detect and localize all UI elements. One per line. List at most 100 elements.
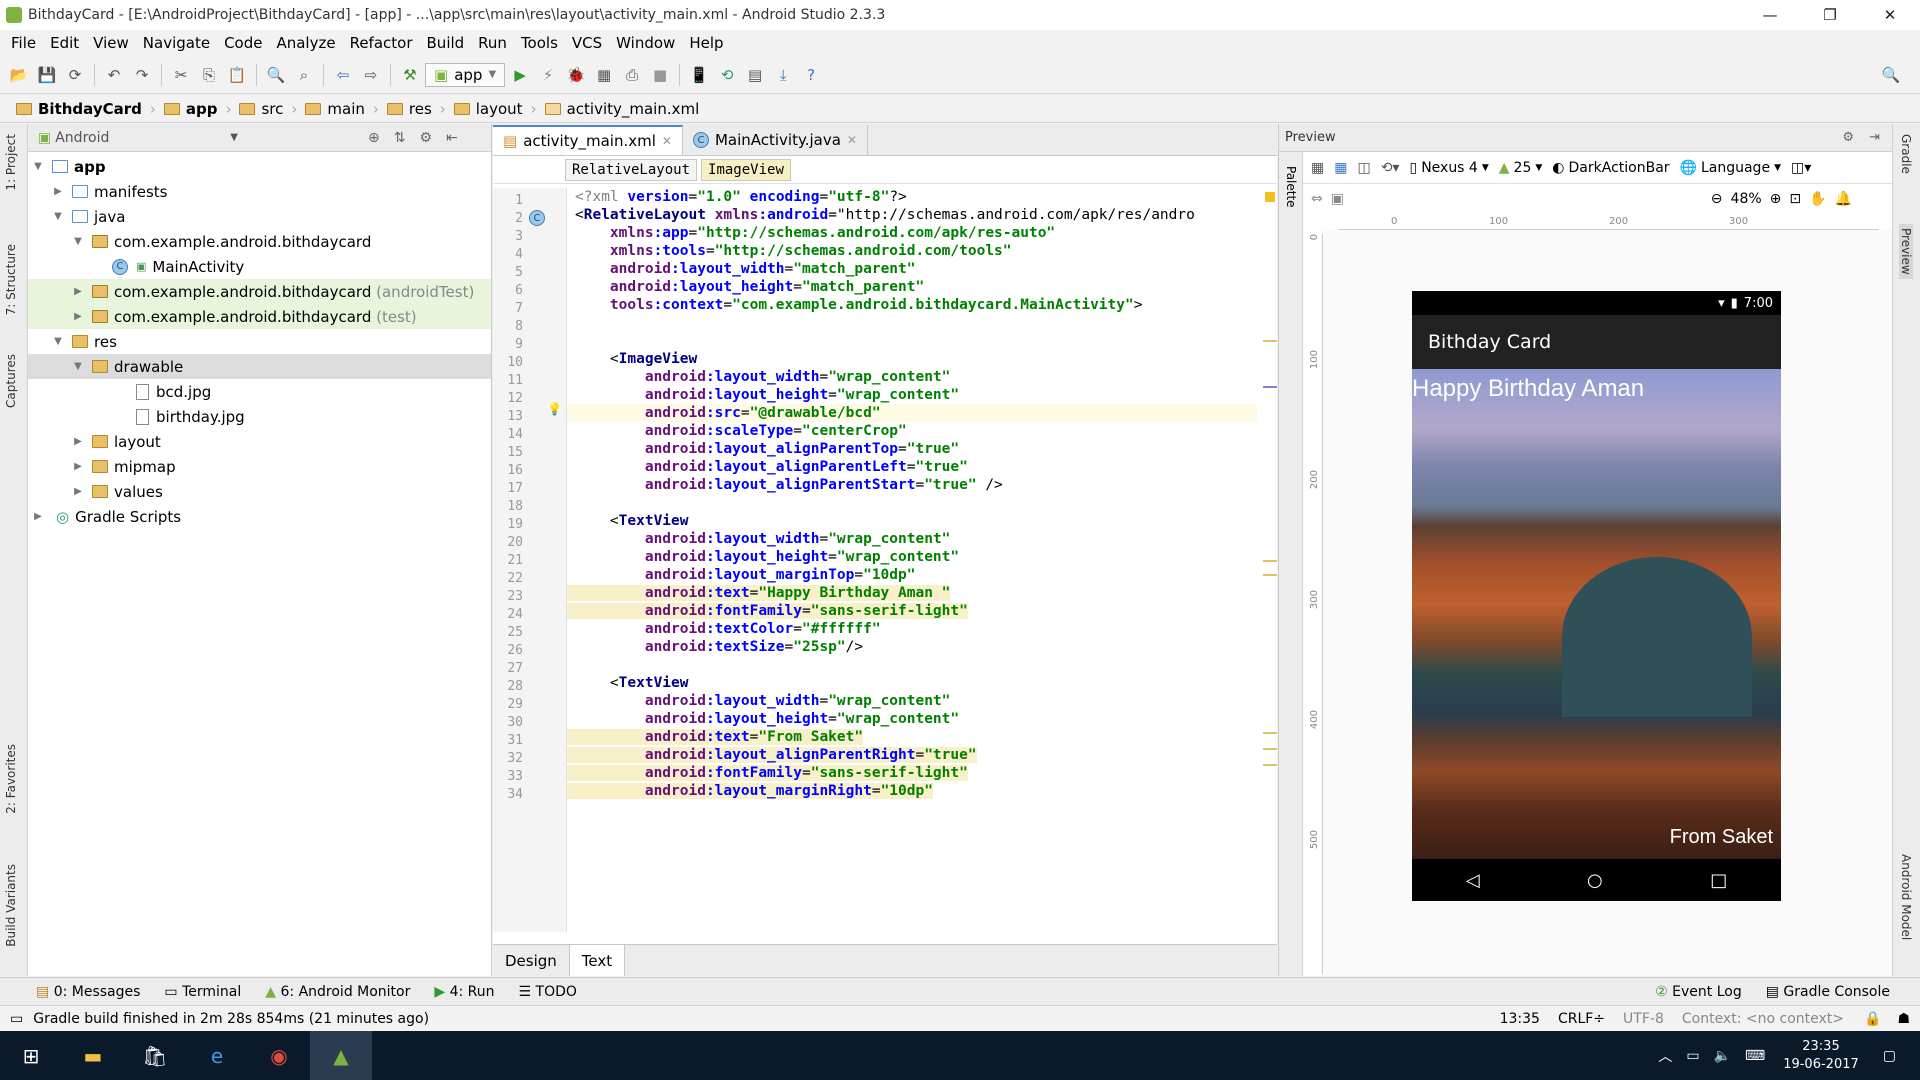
apply-changes-icon[interactable]: ⚡ bbox=[535, 62, 561, 88]
tool-gradle-console[interactable]: ▤ Gradle Console bbox=[1766, 984, 1890, 1000]
close-button[interactable]: ✕ bbox=[1860, 0, 1920, 30]
tray-arrow-icon[interactable]: ︿ bbox=[1658, 1046, 1672, 1066]
menu-build[interactable]: Build bbox=[420, 34, 472, 52]
code-line[interactable]: xmlns:app="http://schemas.android.com/ap… bbox=[567, 224, 1257, 242]
run-config-select[interactable]: ▣ app ▼ bbox=[425, 62, 506, 87]
attach-debugger-icon[interactable]: ⎙ bbox=[619, 62, 645, 88]
project-structure-icon[interactable]: ▤ bbox=[742, 62, 768, 88]
breadcrumb-project[interactable]: BithdayCard › bbox=[12, 100, 160, 118]
code-line[interactable]: android:layout_alignParentRight="true" bbox=[567, 746, 1257, 764]
code-line[interactable]: android:layout_width="match_parent" bbox=[567, 260, 1257, 278]
tab-text[interactable]: Text bbox=[569, 945, 626, 976]
crumb-imageview[interactable]: ImageView bbox=[701, 158, 791, 181]
clock[interactable]: 23:35 19-06-2017 bbox=[1783, 1038, 1859, 1074]
open-folder-icon[interactable]: 📂 bbox=[6, 62, 32, 88]
code-line[interactable] bbox=[567, 656, 1257, 674]
redo-icon[interactable]: ↷ bbox=[129, 62, 155, 88]
volume-icon[interactable]: 🔈 bbox=[1714, 1048, 1731, 1064]
api-select[interactable]: ▲ 25 ▼ bbox=[1499, 160, 1543, 176]
code-line[interactable] bbox=[567, 314, 1257, 332]
tree-item-gradle-scripts[interactable]: ▶ ◎ Gradle Scripts bbox=[28, 504, 491, 529]
code-line[interactable]: <TextView bbox=[567, 674, 1257, 692]
breadcrumb-res[interactable]: res › bbox=[383, 100, 450, 118]
menu-analyze[interactable]: Analyze bbox=[269, 34, 342, 52]
tab-build-variants[interactable]: Build Variants bbox=[4, 864, 18, 947]
project-view-select[interactable]: ▣ Android ▼ bbox=[38, 130, 238, 146]
tree-item-birthday-jpg[interactable]: birthday.jpg bbox=[28, 404, 491, 429]
palette-tab[interactable]: Palette bbox=[1284, 166, 1298, 208]
code-line[interactable]: <TextView bbox=[567, 512, 1257, 530]
maximize-button[interactable]: ❐ bbox=[1800, 0, 1860, 30]
tab-android-model[interactable]: Android Model bbox=[1899, 854, 1913, 940]
menu-code[interactable]: Code bbox=[217, 34, 269, 52]
tree-item-mipmap[interactable]: ▶ mipmap bbox=[28, 454, 491, 479]
minimize-button[interactable]: — bbox=[1740, 0, 1800, 30]
android-studio-taskbar-icon[interactable]: ▲ bbox=[310, 1031, 372, 1080]
notifications-icon[interactable]: ▢ bbox=[1883, 1048, 1896, 1064]
close-tab-icon[interactable]: ✕ bbox=[847, 133, 857, 147]
editor-scroll-markers[interactable] bbox=[1263, 188, 1277, 932]
edge-icon[interactable]: e bbox=[186, 1031, 248, 1080]
menu-tools[interactable]: Tools bbox=[514, 34, 565, 52]
code-line[interactable]: android:textColor="#ffffff" bbox=[567, 620, 1257, 638]
class-marker-icon[interactable]: C bbox=[529, 210, 545, 226]
tool-todo[interactable]: ☰ TODO bbox=[519, 984, 577, 1000]
code-line[interactable]: android:layout_height="wrap_content" bbox=[567, 386, 1257, 404]
tab-captures[interactable]: Captures bbox=[4, 354, 18, 408]
language-select[interactable]: 🌐 Language ▼ bbox=[1680, 160, 1781, 176]
code-line[interactable]: android:text="From Saket" bbox=[567, 728, 1257, 746]
code-line[interactable]: android:fontFamily="sans-serif-light" bbox=[567, 764, 1257, 782]
zoom-to-fit-icon[interactable]: ⇔ bbox=[1311, 191, 1323, 207]
lock-icon[interactable]: 🔒 bbox=[1864, 1011, 1881, 1027]
help-icon[interactable]: ? bbox=[798, 62, 824, 88]
tab-design[interactable]: Design bbox=[493, 945, 570, 976]
tree-item-package-androidtest[interactable]: ▶ com.example.android.bithdaycard (androi… bbox=[28, 279, 491, 304]
menu-file[interactable]: File bbox=[4, 34, 43, 52]
avd-manager-icon[interactable]: 📱 bbox=[686, 62, 712, 88]
start-icon[interactable]: ⊞ bbox=[0, 1031, 62, 1080]
chrome-icon[interactable]: ◉ bbox=[248, 1031, 310, 1080]
breadcrumb-app[interactable]: app › bbox=[160, 100, 236, 118]
tree-item-bcd-jpg[interactable]: bcd.jpg bbox=[28, 379, 491, 404]
menu-navigate[interactable]: Navigate bbox=[136, 34, 217, 52]
sdk-manager-icon[interactable]: ⤓ bbox=[770, 62, 796, 88]
gear-icon[interactable]: ⚙ bbox=[1842, 130, 1854, 145]
copy-icon[interactable]: ⎘ bbox=[196, 62, 222, 88]
undo-icon[interactable]: ↶ bbox=[101, 62, 127, 88]
tab-preview[interactable]: Preview bbox=[1899, 224, 1913, 279]
menu-view[interactable]: View bbox=[86, 34, 136, 52]
theme-select[interactable]: ◐ DarkActionBar bbox=[1552, 160, 1669, 176]
replace-icon[interactable]: ⌕ bbox=[291, 62, 317, 88]
tree-item-mainactivity[interactable]: C ▣ MainActivity bbox=[28, 254, 491, 279]
code-line[interactable]: android:textSize="25sp"/> bbox=[567, 638, 1257, 656]
tree-item-package-test[interactable]: ▶ com.example.android.bithdaycard (test) bbox=[28, 304, 491, 329]
close-tab-icon[interactable]: ✕ bbox=[662, 134, 672, 148]
pan-icon[interactable]: ✋ bbox=[1809, 191, 1826, 207]
code-line[interactable]: android:layout_alignParentLeft="true" bbox=[567, 458, 1257, 476]
menu-refactor[interactable]: Refactor bbox=[343, 34, 420, 52]
code-line[interactable] bbox=[567, 332, 1257, 350]
profile-icon[interactable]: ▦ bbox=[591, 62, 617, 88]
code-line[interactable]: <RelativeLayout xmlns:android="http://sc… bbox=[567, 206, 1257, 224]
code-area[interactable]: <?xml version="1.0" encoding="utf-8"?> <R… bbox=[567, 188, 1257, 932]
menu-window[interactable]: Window bbox=[609, 34, 682, 52]
sync-gradle-icon[interactable]: ⟲ bbox=[714, 62, 740, 88]
stop-icon[interactable]: ■ bbox=[647, 62, 673, 88]
tool-android-monitor[interactable]: ▲ 6: Android Monitor bbox=[265, 984, 410, 1000]
both-views-icon[interactable]: ◫ bbox=[1357, 160, 1370, 176]
tool-terminal[interactable]: ▭ Terminal bbox=[164, 984, 241, 1000]
file-explorer-icon[interactable]: ▬ bbox=[62, 1031, 124, 1080]
code-line[interactable]: android:layout_height="wrap_content" bbox=[567, 548, 1257, 566]
tree-item-values[interactable]: ▶ values bbox=[28, 479, 491, 504]
breadcrumb-src[interactable]: src › bbox=[235, 100, 301, 118]
network-icon[interactable]: ▭ bbox=[1686, 1048, 1699, 1064]
refresh-icon[interactable]: ▣ bbox=[1331, 191, 1344, 207]
crumb-relativelayout[interactable]: RelativeLayout bbox=[565, 158, 698, 181]
collapse-all-icon[interactable]: ⇅ bbox=[394, 130, 406, 146]
code-line[interactable]: xmlns:tools="http://schemas.android.com/… bbox=[567, 242, 1257, 260]
code-line[interactable]: tools:context="com.example.android.bithd… bbox=[567, 296, 1257, 314]
code-line[interactable]: <ImageView bbox=[567, 350, 1257, 368]
tab-project[interactable]: 1: Project bbox=[4, 134, 18, 191]
menu-vcs[interactable]: VCS bbox=[565, 34, 609, 52]
hide-panel-icon[interactable]: ⇥ bbox=[1869, 130, 1880, 145]
